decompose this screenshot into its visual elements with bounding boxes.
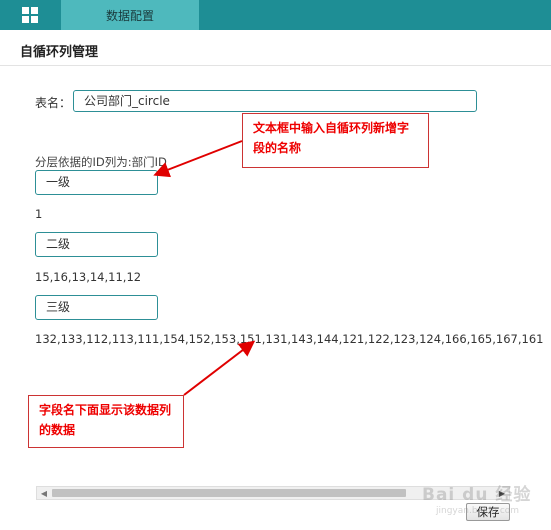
- scroll-left-icon[interactable]: ◀: [38, 488, 50, 498]
- level-2-data: 15,16,13,14,11,12: [35, 270, 142, 284]
- baidu-watermark: Bai du 经验 jingyan.baidu.com: [422, 480, 547, 522]
- page-header: 自循环列管理: [0, 30, 551, 66]
- grid-icon: [22, 7, 38, 23]
- hierarchy-description: 分层依据的ID列为:部门ID: [35, 155, 167, 169]
- annotation-callout-data-hint: 字段名下面显示该数据列的数据: [28, 395, 184, 448]
- level-2-name-input[interactable]: 二级: [35, 232, 158, 257]
- grid-menu-button[interactable]: [0, 0, 60, 30]
- top-bar: 数据配置: [0, 0, 551, 30]
- watermark-logo: Bai du 经验: [422, 485, 532, 505]
- table-name-label: 表名：: [35, 96, 72, 110]
- level-1-name-input[interactable]: 一级: [35, 170, 158, 195]
- watermark-url: jingyan.baidu.com: [436, 506, 520, 516]
- level-3-data: 132,133,112,113,111,154,152,153,151,131,…: [35, 332, 544, 346]
- level-3-name-input[interactable]: 三级: [35, 295, 158, 320]
- level-1-data: 1: [35, 207, 43, 221]
- annotation-callout-input-hint: 文本框中输入自循环列新增字段的名称: [242, 113, 429, 168]
- table-name-input[interactable]: 公司部门_circle: [73, 90, 477, 112]
- scrollbar-thumb[interactable]: [52, 489, 406, 497]
- tab-data-config[interactable]: 数据配置: [61, 0, 199, 30]
- page-title: 自循环列管理: [20, 45, 99, 60]
